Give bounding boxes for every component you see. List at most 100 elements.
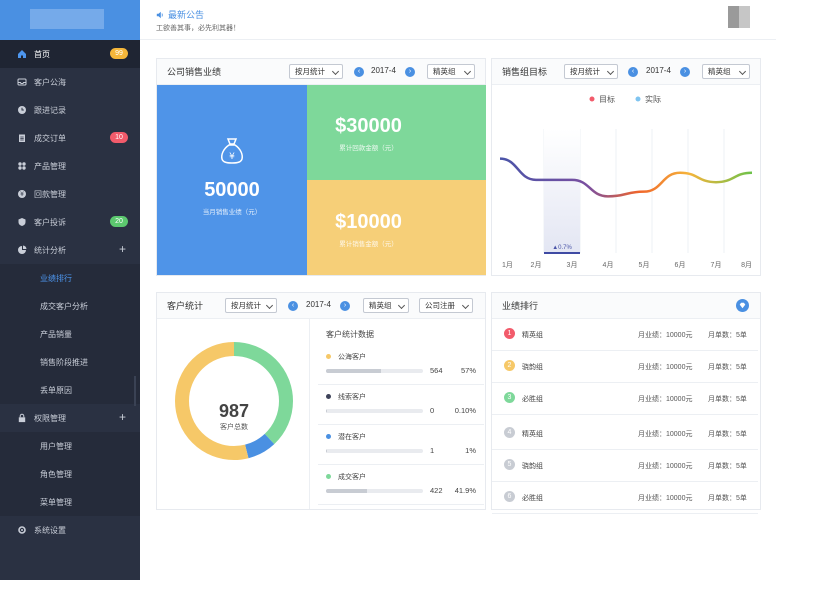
sidebar-item-4[interactable]: 产品管理 — [0, 152, 140, 180]
avatar[interactable] — [728, 6, 750, 28]
rank-orders: 月单数：5单 — [708, 332, 747, 339]
money-bag-icon: ¥ — [221, 138, 243, 164]
x-tick-label: 2月 — [531, 261, 542, 269]
submenu-item[interactable]: 成交客户分析 — [0, 292, 140, 320]
sidebar-item-8[interactable]: 权限管理 + — [0, 404, 140, 432]
rank-amount: 月业绩：10000元 — [638, 463, 693, 470]
ranking-row[interactable]: 3 必胜组 月业绩：10000元 月单数：5单 — [492, 383, 758, 415]
stat-label: 线索客户 — [338, 394, 366, 401]
submenu-scrollbar[interactable] — [134, 376, 136, 406]
ranking-row[interactable]: 4 精英组 月业绩：10000元 月单数：5单 — [492, 418, 758, 450]
customer-stat-row: 线索客户 0 0.10% — [318, 385, 484, 425]
sidebar-item-label: 首页 — [34, 49, 50, 59]
x-tick-label: 3月 — [567, 261, 578, 269]
sidebar-item-5[interactable]: ¥ 回款管理 — [0, 180, 140, 208]
target-prev-button[interactable]: ‹ — [628, 67, 638, 77]
target-filter-label: 按月统计 — [570, 67, 600, 76]
stat-progress-bar — [326, 489, 423, 493]
logo-area — [0, 0, 140, 40]
rank-number: 1 — [504, 328, 515, 339]
sales-next-button[interactable]: › — [405, 67, 415, 77]
customer-stat-row: 公海客户 564 57% — [318, 345, 484, 385]
ranking-row[interactable]: 2 骁韵组 月业绩：10000元 月单数：5单 — [492, 351, 758, 383]
customer-stat-row: 潜在客户 1 1% — [318, 425, 484, 465]
sales-group-select[interactable]: 精英组 — [427, 64, 475, 79]
submenu-item[interactable]: 用户管理 — [0, 432, 140, 460]
sidebar-item-2[interactable]: 跟进记录 — [0, 96, 140, 124]
return-amount-label: 累计回款金额（元） — [339, 145, 398, 152]
customer-prev-button[interactable]: ‹ — [288, 301, 298, 311]
stat-label: 公海客户 — [338, 354, 366, 361]
sidebar-item-1[interactable]: 客户公海 — [0, 68, 140, 96]
annotation-label: ▲0.7% — [552, 245, 572, 251]
chevron-down-icon — [265, 301, 274, 310]
notice-title[interactable]: 最新公告 — [156, 8, 204, 21]
sales-filter-label: 按月统计 — [295, 67, 325, 76]
sidebar-item-6[interactable]: 客户投诉 20 — [0, 208, 140, 236]
stat-percent: 0.10% — [454, 406, 476, 415]
stat-count: 422 — [430, 486, 443, 495]
rank-amount: 月业绩：10000元 — [638, 332, 693, 339]
sales-period: 2017-4 — [371, 66, 396, 75]
plus-icon[interactable]: + — [119, 411, 126, 423]
customer-group-select[interactable]: 精英组 — [363, 298, 409, 313]
refund-icon: ¥ — [16, 188, 28, 200]
hover-band — [544, 129, 580, 253]
ranking-row[interactable]: 1 精英组 月业绩：10000元 月单数：5单 — [492, 319, 758, 351]
rank-orders: 月单数：5单 — [708, 431, 747, 438]
legend-label: 实际 — [645, 94, 661, 104]
gear-icon — [16, 524, 28, 536]
svg-text:¥: ¥ — [20, 191, 24, 198]
x-tick-label: 8月 — [741, 261, 752, 269]
rank-number: 2 — [504, 360, 515, 371]
sales-period-filter[interactable]: 按月统计 — [289, 64, 343, 79]
target-next-button[interactable]: › — [680, 67, 690, 77]
x-tick-label: 6月 — [675, 261, 686, 269]
submenu-item[interactable]: 销售阶段推进 — [0, 348, 140, 376]
rank-orders: 月单数：5单 — [708, 396, 747, 403]
customer-filter-label: 按月统计 — [231, 301, 261, 310]
sidebar-item-9[interactable]: 系统设置 — [0, 516, 140, 544]
stat-dot — [326, 434, 331, 439]
sidebar-item-label: 产品管理 — [34, 161, 66, 171]
stat-dot — [326, 354, 331, 359]
ranking-row[interactable]: 5 骁韵组 月业绩：10000元 月单数：5单 — [492, 450, 758, 482]
submenu-item[interactable]: 角色管理 — [0, 460, 140, 488]
customer-period-filter[interactable]: 按月统计 — [225, 298, 277, 313]
customer-group-label: 精英组 — [369, 301, 392, 310]
stat-count: 564 — [430, 366, 443, 375]
total-sales-label: 累计销售金额（元） — [339, 241, 398, 248]
stat-progress-bar — [326, 449, 423, 453]
chevron-down-icon — [738, 67, 747, 76]
submenu-item[interactable]: 菜单管理 — [0, 488, 140, 516]
sidebar-item-3[interactable]: 成交订单 10 — [0, 124, 140, 152]
customer-source-select[interactable]: 公司注册 — [419, 298, 473, 313]
customer-next-button[interactable]: › — [340, 301, 350, 311]
stat-count: 0 — [430, 406, 435, 415]
return-amount-block: $30000 累计回款金额（元） — [307, 85, 486, 180]
target-group-select[interactable]: 精英组 — [702, 64, 750, 79]
rank-group-name: 精英组 — [522, 332, 543, 339]
sidebar-item-7[interactable]: 统计分析 + — [0, 236, 140, 264]
rank-amount: 月业绩：10000元 — [638, 495, 693, 502]
series-line-actual — [499, 157, 753, 198]
target-period-filter[interactable]: 按月统计 — [564, 64, 618, 79]
customer-total: 987 — [218, 401, 250, 421]
diamond-icon[interactable] — [736, 299, 749, 312]
submenu-item[interactable]: 丢单原因 — [0, 376, 140, 404]
sales-performance-card: 公司销售业绩 按月统计 ‹ 2017-4 › 精英组 ¥ 50000 当月销售业… — [156, 58, 486, 276]
stat-progress-fill — [326, 489, 367, 493]
submenu-item[interactable]: 产品销量 — [0, 320, 140, 348]
donut-center: 987 客户总数 — [190, 401, 278, 432]
rank-orders: 月单数：5单 — [708, 364, 747, 371]
clipboard-icon — [16, 132, 28, 144]
chevron-down-icon — [397, 301, 406, 310]
customer-stat-row: 成交客户 422 41.9% — [318, 465, 484, 505]
target-card-header: 销售组目标 按月统计 ‹ 2017-4 › 精英组 — [492, 59, 760, 85]
sales-prev-button[interactable]: ‹ — [354, 67, 364, 77]
x-tick-label: 1月 — [502, 261, 513, 269]
sidebar-item-0[interactable]: 首页 99 — [0, 40, 140, 68]
submenu-item[interactable]: 业绩排行 — [0, 264, 140, 292]
plus-icon[interactable]: + — [119, 243, 126, 255]
ranking-row[interactable]: 6 必胜组 月业绩：10000元 月单数：5单 — [492, 482, 758, 514]
